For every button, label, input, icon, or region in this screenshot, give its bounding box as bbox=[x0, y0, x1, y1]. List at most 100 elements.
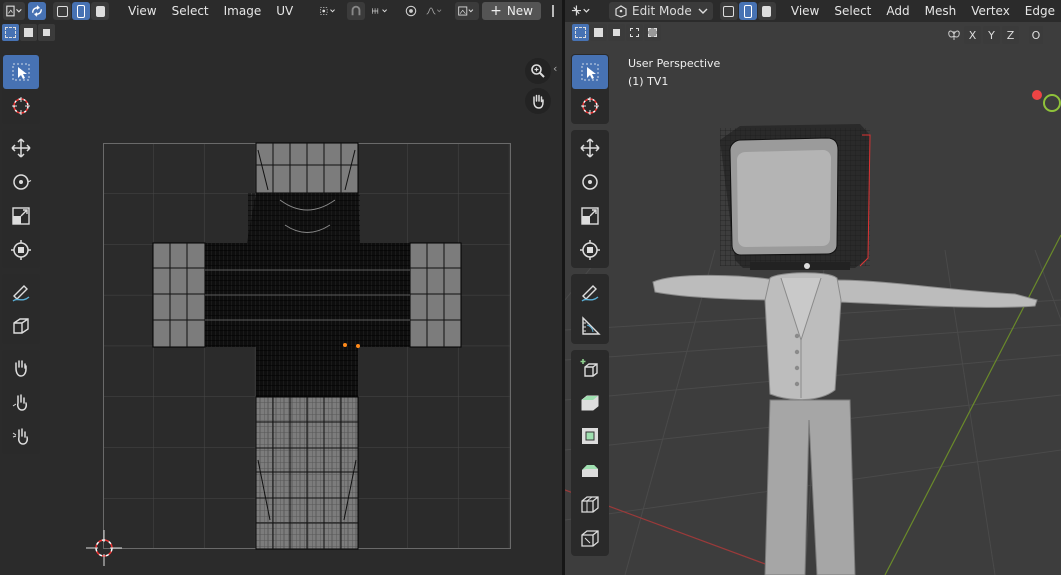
chevron-down-icon bbox=[698, 8, 708, 14]
tool-move[interactable] bbox=[3, 131, 39, 165]
vertex-select-icon-3d bbox=[723, 5, 735, 17]
tool-pinch[interactable] bbox=[3, 419, 39, 453]
3d-cursor-icon-3d bbox=[581, 97, 599, 115]
bevel-icon bbox=[582, 465, 598, 477]
menu-mesh[interactable]: Mesh bbox=[919, 2, 963, 20]
edge-select-icon-3d bbox=[743, 4, 752, 18]
tool-scale-3d[interactable] bbox=[572, 199, 608, 233]
tool-add-cube[interactable] bbox=[572, 351, 608, 385]
add-cube-icon bbox=[580, 359, 598, 377]
tool-cursor[interactable] bbox=[3, 89, 39, 123]
uv-toolbar bbox=[2, 54, 40, 460]
uv-editor[interactable]: View Select Image UV + New ‹ bbox=[0, 0, 562, 575]
edge-select-mode-button-3d[interactable] bbox=[738, 2, 757, 20]
select-extend-button-3d[interactable] bbox=[590, 24, 607, 41]
select-intersect-button-3d[interactable] bbox=[644, 24, 661, 41]
menu-add[interactable]: Add bbox=[880, 2, 915, 20]
select-extend-icon-3d bbox=[594, 28, 603, 37]
active-object-label: (1) TV1 bbox=[628, 75, 669, 88]
viewport-toolbar bbox=[571, 54, 609, 562]
relax-hand-icon bbox=[12, 394, 27, 411]
select-new-button-3d[interactable] bbox=[572, 24, 589, 41]
tool-inset[interactable] bbox=[572, 419, 608, 453]
extrude-icon bbox=[581, 395, 599, 411]
inset-icon bbox=[582, 428, 598, 444]
tool-bevel[interactable] bbox=[572, 453, 608, 487]
viewport-select-mode-group bbox=[570, 24, 661, 44]
mode-dropdown-label: Edit Mode bbox=[631, 4, 692, 18]
select-subtract-button-3d[interactable] bbox=[608, 24, 625, 41]
face-select-mode-button-3d[interactable] bbox=[757, 2, 776, 20]
select-intersect-icon-3d bbox=[648, 28, 657, 37]
menu-edge[interactable]: Edge bbox=[1019, 2, 1061, 20]
tool-annotate[interactable] bbox=[3, 275, 39, 309]
cursor-arrow-icon-3d bbox=[581, 63, 599, 81]
zoom-view-button[interactable] bbox=[525, 58, 551, 84]
scale-icon bbox=[12, 207, 30, 225]
tool-grab-brush[interactable] bbox=[3, 351, 39, 385]
tool-loop-cut[interactable] bbox=[572, 487, 608, 521]
hand-icon bbox=[533, 94, 544, 109]
mode-dropdown[interactable]: Edit Mode bbox=[608, 2, 713, 20]
3d-viewport-type-icon bbox=[571, 5, 590, 16]
scale-icon-3d bbox=[581, 207, 599, 225]
pencil-icon bbox=[12, 285, 30, 302]
pan-view-button[interactable] bbox=[525, 88, 551, 114]
tool-select-box[interactable] bbox=[3, 55, 39, 89]
ruler-icon bbox=[582, 316, 601, 335]
face-select-icon-3d bbox=[762, 5, 772, 17]
menu-vertex[interactable]: Vertex bbox=[965, 2, 1016, 20]
tool-transform-3d[interactable] bbox=[572, 233, 608, 267]
tool-extrude[interactable] bbox=[572, 385, 608, 419]
pinch-hand-icon bbox=[12, 428, 28, 445]
move-arrows-icon bbox=[11, 138, 31, 158]
mirror-x-button[interactable]: X bbox=[964, 26, 981, 44]
transform-icon-3d bbox=[580, 240, 600, 260]
tool-relax[interactable] bbox=[3, 385, 39, 419]
options-button-partial[interactable]: O bbox=[1029, 26, 1043, 44]
loop-cut-icon bbox=[581, 496, 599, 513]
view-perspective-label: User Perspective bbox=[628, 57, 721, 70]
tool-move-3d[interactable] bbox=[572, 131, 608, 165]
select-invert-icon-3d bbox=[630, 28, 639, 37]
tool-transform[interactable] bbox=[3, 233, 39, 267]
vertex-select-mode-button-3d[interactable] bbox=[719, 2, 738, 20]
navigation-gizmo[interactable] bbox=[1032, 90, 1061, 112]
edit-mode-icon bbox=[615, 5, 627, 18]
menu-view-3d[interactable]: View bbox=[785, 2, 825, 20]
3d-viewport[interactable]: Edit Mode View Select Add Mesh Vertex Ed… bbox=[565, 0, 1061, 575]
pencil-icon-3d bbox=[581, 285, 599, 302]
menu-select-3d[interactable]: Select bbox=[828, 2, 877, 20]
mirror-axis-group: X Y Z O bbox=[945, 26, 1043, 44]
uv-canvas[interactable] bbox=[0, 0, 562, 575]
tool-scale[interactable] bbox=[3, 199, 39, 233]
butterfly-mirror-icon bbox=[947, 30, 960, 40]
mirror-y-button[interactable]: Y bbox=[983, 26, 1000, 44]
viewport-header: Edit Mode View Select Add Mesh Vertex Ed… bbox=[565, 0, 1061, 22]
tool-knife[interactable] bbox=[572, 521, 608, 555]
zoom-icon bbox=[531, 64, 545, 78]
tool-grab[interactable] bbox=[3, 309, 39, 343]
tool-select-box-3d[interactable] bbox=[572, 55, 608, 89]
tool-rotate-3d[interactable] bbox=[572, 165, 608, 199]
tool-rotate[interactable] bbox=[3, 165, 39, 199]
knife-cube-icon bbox=[581, 530, 599, 547]
move-arrows-icon-3d bbox=[580, 138, 600, 158]
mirror-z-button[interactable]: Z bbox=[1002, 26, 1019, 44]
3d-cursor-icon bbox=[12, 97, 30, 115]
editor-type-dropdown-3d[interactable] bbox=[568, 2, 594, 20]
tool-cursor-3d[interactable] bbox=[572, 89, 608, 123]
rotate-icon-3d bbox=[582, 174, 598, 190]
mirror-toggle[interactable] bbox=[945, 26, 962, 44]
tool-measure[interactable] bbox=[572, 309, 608, 343]
grab-hand-icon bbox=[15, 360, 27, 377]
select-new-icon-3d bbox=[575, 27, 586, 38]
rotate-icon bbox=[13, 174, 32, 190]
cursor-arrow-icon bbox=[12, 63, 30, 81]
tool-annotate-3d[interactable] bbox=[572, 275, 608, 309]
cube-grab-icon bbox=[13, 318, 29, 334]
select-subtract-icon-3d bbox=[613, 29, 620, 36]
sidebar-toggle-arrow-icon[interactable]: ‹ bbox=[553, 62, 557, 75]
select-invert-button-3d[interactable] bbox=[626, 24, 643, 41]
transform-icon bbox=[11, 240, 31, 260]
